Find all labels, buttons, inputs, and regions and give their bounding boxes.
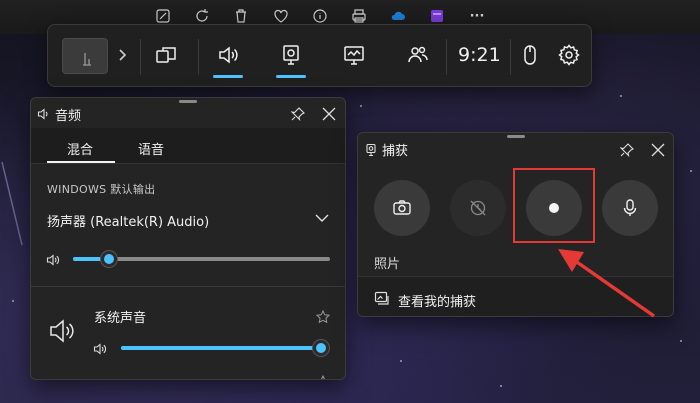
record-last-button[interactable] xyxy=(450,180,506,236)
chevron-right-icon[interactable] xyxy=(110,43,134,67)
system-sounds-icon xyxy=(47,316,77,346)
active-tab-indicator xyxy=(47,161,115,163)
audio-tabs: 混合 语音 xyxy=(31,128,345,164)
microphone-icon xyxy=(623,199,637,216)
app-volume-slider[interactable] xyxy=(121,340,329,356)
star xyxy=(12,300,14,302)
game-bar: 9:21 xyxy=(47,24,592,87)
audio-widget: 音频 混合 语音 WINDOWS 默认输出 扬声器 (Realtek(R) Au… xyxy=(30,97,346,380)
pin-icon[interactable] xyxy=(619,142,634,158)
app-volume-fill xyxy=(121,346,321,350)
app-volume-thumb[interactable] xyxy=(313,340,329,356)
audio-widget-icon[interactable] xyxy=(216,43,240,67)
star xyxy=(500,385,502,387)
mouse-icon[interactable] xyxy=(518,43,542,67)
microphone-toggle-button[interactable] xyxy=(602,180,658,236)
capture-active-indicator xyxy=(276,75,306,78)
separator xyxy=(198,39,199,75)
camera-icon xyxy=(393,200,411,215)
audio-title: 音频 xyxy=(55,109,82,124)
master-volume-thumb[interactable] xyxy=(101,251,117,267)
master-volume-icon xyxy=(46,252,60,266)
gallery-icon xyxy=(374,290,390,306)
favorite-star-icon[interactable] xyxy=(315,309,331,324)
output-section-label: WINDOWS 默认输出 xyxy=(47,183,156,196)
tab-mix[interactable]: 混合 xyxy=(67,139,93,158)
close-icon[interactable] xyxy=(651,142,665,157)
separator xyxy=(140,39,141,75)
favorite-star-icon[interactable] xyxy=(316,374,330,379)
capture-icon xyxy=(364,142,378,157)
star xyxy=(400,360,402,362)
star xyxy=(620,95,622,97)
widget-menu-icon[interactable] xyxy=(154,43,178,67)
tab-voice[interactable]: 语音 xyxy=(138,139,164,158)
home-widget-button[interactable] xyxy=(62,38,108,74)
chevron-down-icon[interactable] xyxy=(314,210,330,226)
record-last-disabled-icon xyxy=(470,200,486,216)
divider xyxy=(31,286,345,287)
capture-widget-icon[interactable] xyxy=(279,43,303,67)
record-button-highlight xyxy=(513,168,595,243)
audio-header: 音频 xyxy=(31,98,345,128)
settings-gear-icon[interactable] xyxy=(557,43,581,67)
capture-title: 捕获 xyxy=(382,144,409,159)
app-volume-name: 系统声音 xyxy=(94,311,147,326)
star xyxy=(680,340,682,342)
separator xyxy=(510,39,511,75)
separator xyxy=(446,39,447,75)
star xyxy=(360,105,362,107)
master-volume-slider[interactable] xyxy=(73,251,330,267)
audio-active-indicator xyxy=(213,75,243,78)
speaker-icon xyxy=(37,106,51,120)
capture-header: 捕获 xyxy=(358,133,673,163)
background-streak xyxy=(1,161,23,246)
output-device-name[interactable]: 扬声器 (Realtek(R) Audio) xyxy=(47,211,209,230)
app-volume-icon xyxy=(93,341,107,355)
annotation-arrow xyxy=(558,249,656,318)
performance-widget-icon[interactable] xyxy=(342,43,366,67)
view-captures-text: 查看我的捕获 xyxy=(398,295,477,310)
clock-time: 9:21 xyxy=(458,44,501,66)
pin-icon[interactable] xyxy=(290,106,305,122)
next-app-cutoff: ━━━━━━━ xyxy=(94,374,145,379)
game-home-icon xyxy=(83,53,91,66)
star xyxy=(690,170,692,172)
close-icon[interactable] xyxy=(322,106,336,121)
capture-mode-label: 照片 xyxy=(374,257,401,272)
social-widget-icon[interactable] xyxy=(406,43,430,67)
screenshot-button[interactable] xyxy=(374,180,430,236)
